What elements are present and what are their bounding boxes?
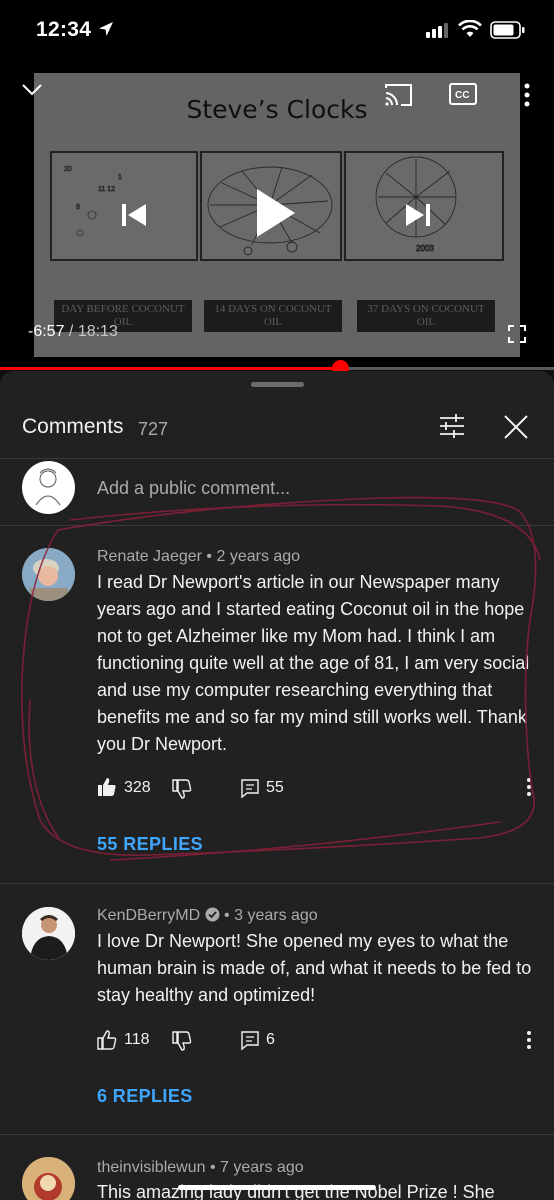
time-separator: / — [64, 323, 78, 340]
thumb-up-icon[interactable] — [97, 1030, 117, 1050]
comment-avatar[interactable] — [22, 907, 75, 960]
divider — [0, 458, 554, 459]
comment-meta: KenDBerryMD • 3 years ago — [97, 907, 318, 924]
video-duration: 18:13 — [77, 323, 118, 340]
filter-icon[interactable] — [438, 413, 466, 439]
divider — [0, 1134, 554, 1135]
location-arrow-icon — [99, 22, 113, 36]
skip-previous-icon[interactable] — [120, 202, 148, 228]
video-player[interactable]: Steve’s Clocks 20 11 12 8 1 2003 DAY BEFORE… — [0, 62, 554, 368]
more-vert-icon[interactable] — [526, 777, 532, 797]
thumb-down-icon[interactable] — [172, 1031, 192, 1051]
play-icon[interactable] — [255, 187, 297, 239]
comment-age: 7 years ago — [220, 1159, 304, 1176]
cast-icon[interactable] — [384, 82, 414, 108]
status-time: 12:34 — [36, 18, 92, 41]
like-count: 118 — [124, 1031, 150, 1048]
status-bar: 12:34 — [0, 0, 554, 62]
comment-meta: Renate Jaeger • 2 years ago — [97, 548, 301, 565]
svg-text:CC: CC — [455, 90, 469, 101]
comments-count: 727 — [138, 419, 169, 439]
comment-age: 3 years ago — [234, 907, 318, 924]
home-indicator — [178, 1185, 376, 1190]
reply-count: 6 — [266, 1031, 275, 1048]
view-replies-button[interactable]: 55 REPLIES — [97, 834, 203, 855]
comment-author[interactable]: Renate Jaeger — [97, 548, 202, 565]
divider — [0, 883, 554, 884]
thumb-down-icon[interactable] — [172, 779, 192, 799]
comment-author[interactable]: theinvisiblewun — [97, 1159, 206, 1176]
battery-icon — [490, 21, 525, 39]
comment-age: 2 years ago — [216, 548, 301, 565]
fullscreen-icon[interactable] — [507, 324, 527, 344]
comment-avatar[interactable] — [22, 548, 75, 601]
comment-avatar[interactable] — [22, 1157, 75, 1200]
comment-icon[interactable] — [241, 1031, 259, 1051]
more-vert-icon[interactable] — [526, 1030, 532, 1050]
drag-handle[interactable] — [251, 382, 304, 387]
thumb-up-icon[interactable] — [97, 777, 117, 797]
cellular-signal-icon — [426, 23, 448, 38]
wifi-icon — [458, 20, 482, 37]
user-avatar — [22, 461, 75, 514]
comment-meta: theinvisiblewun • 7 years ago — [97, 1159, 304, 1176]
reply-count: 55 — [266, 779, 284, 796]
comment-text: I read Dr Newport's article in our Newsp… — [97, 572, 530, 754]
like-count: 328 — [124, 779, 151, 796]
comment-text: I love Dr Newport! She opened my eyes to… — [97, 931, 532, 1005]
add-comment-input[interactable]: Add a public comment... — [97, 478, 290, 499]
verified-icon — [205, 907, 220, 922]
divider — [0, 525, 554, 526]
elapsed-time: -6:57 — [28, 323, 65, 340]
comments-title: Comments — [22, 415, 124, 438]
view-replies-button[interactable]: 6 REPLIES — [97, 1086, 193, 1107]
seek-bar-played — [0, 367, 341, 370]
comments-panel: Comments 727 Add a public comment... Ren… — [0, 371, 554, 1200]
more-vert-icon[interactable] — [522, 82, 532, 108]
comment-author[interactable]: KenDBerryMD — [97, 907, 200, 924]
video-timecode: -6:57 / 18:13 — [28, 323, 118, 341]
close-icon[interactable] — [503, 414, 529, 440]
captions-icon[interactable]: CC — [448, 82, 478, 106]
comment-icon[interactable] — [241, 779, 259, 799]
skip-next-icon[interactable] — [404, 202, 432, 228]
chevron-down-icon[interactable] — [20, 82, 44, 98]
